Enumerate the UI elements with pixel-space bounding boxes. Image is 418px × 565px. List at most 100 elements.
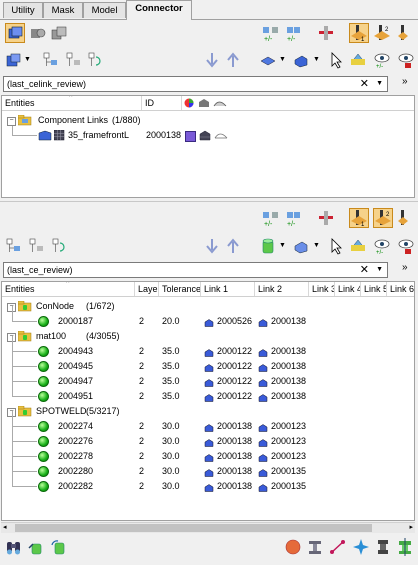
collapse-toggle-icon[interactable]: −	[7, 117, 16, 126]
display-mode-icon[interactable]	[259, 51, 277, 69]
transparency-icon[interactable]	[214, 130, 228, 146]
seam-icon[interactable]	[329, 538, 347, 556]
parts-view-icon[interactable]	[50, 24, 68, 42]
column-link5[interactable]: Link 5	[361, 282, 387, 296]
double-chevron-icon[interactable]: »	[402, 76, 408, 87]
highlight-icon[interactable]	[349, 237, 367, 255]
adhesive-icon[interactable]	[352, 538, 370, 556]
chevron-down-icon[interactable]: ▼	[313, 56, 320, 63]
connector-type-icon[interactable]	[259, 237, 277, 255]
connector-row[interactable]: 2002282 2 30.0 2000138 2000135	[2, 471, 414, 494]
section-plane-icon[interactable]	[317, 209, 335, 227]
connector-row[interactable]: 2002274 2 30.0 2000138 2000123	[2, 411, 414, 434]
top-filter-input[interactable]: (last_celink_review) ✕ ▼	[3, 76, 388, 92]
show-hide-plus-icon[interactable]: +/-	[373, 237, 391, 255]
apply-mass-icon[interactable]	[396, 538, 414, 556]
bottom-filter-input[interactable]: (last_ce_review) ✕ ▼	[3, 262, 388, 278]
tree-group[interactable]: −ConNode(1/672)	[2, 299, 414, 314]
column-layer[interactable]: Layer	[135, 282, 159, 296]
tree-group-component-links[interactable]: − Component Links (1/880)	[2, 113, 414, 128]
connector-row[interactable]: 2004943 2 35.0 2000122 2000138	[2, 336, 414, 359]
pointer-icon[interactable]	[327, 237, 345, 255]
svg-text:+/-: +/-	[287, 221, 296, 227]
show-hide-icon[interactable]	[397, 51, 415, 69]
show-hide-icon[interactable]	[397, 237, 415, 255]
tree-options-icon[interactable]	[51, 237, 69, 255]
chevron-down-icon[interactable]: ▼	[313, 242, 320, 249]
collapse-all-icon[interactable]	[28, 237, 46, 255]
column-link4[interactable]: Link 4	[335, 282, 361, 296]
move-down-icon[interactable]	[203, 51, 221, 69]
collapse-all-icon[interactable]	[65, 51, 83, 69]
chevron-down-icon[interactable]: ▼	[279, 56, 286, 63]
connector-view-icon[interactable]	[29, 24, 47, 42]
entity-selector-icon[interactable]	[5, 51, 23, 69]
column-link6[interactable]: Link 6	[387, 282, 414, 296]
swap-link-icon[interactable]: +/-	[285, 24, 303, 42]
chevron-down-icon[interactable]: ▼	[376, 77, 383, 91]
column-link3[interactable]: Link 3	[309, 282, 335, 296]
isolate-icon[interactable]	[292, 51, 310, 69]
column-id[interactable]: ID	[142, 96, 182, 110]
scroll-left-icon[interactable]: ◂	[3, 523, 7, 533]
connector-create-icon[interactable]	[27, 538, 45, 556]
horizontal-scrollbar[interactable]: ◂ ▸	[1, 522, 415, 533]
connector-row[interactable]: 2002280 2 30.0 2000138 2000135	[2, 456, 414, 479]
close-icon[interactable]: ✕	[360, 263, 369, 277]
show-mode-2-icon[interactable]: 2	[373, 24, 391, 42]
tree-options-icon[interactable]	[87, 51, 105, 69]
tab-utility[interactable]: Utility	[3, 2, 43, 18]
swap-link-icon[interactable]: +/-	[285, 209, 303, 227]
chevron-down-icon[interactable]: ▼	[279, 242, 286, 249]
column-link1[interactable]: Link 1	[201, 282, 255, 296]
show-mode-3-icon[interactable]	[397, 209, 415, 227]
show-mode-2-icon[interactable]: 2	[373, 208, 393, 228]
move-down-icon[interactable]	[203, 237, 221, 255]
scroll-right-icon[interactable]: ▸	[409, 523, 413, 533]
component-links-view-icon[interactable]	[5, 23, 25, 43]
connector-update-icon[interactable]	[50, 538, 68, 556]
connector-status-icon	[38, 391, 49, 402]
scrollbar-thumb[interactable]	[15, 524, 372, 532]
connector-row[interactable]: 2004945 2 35.0 2000122 2000138	[2, 351, 414, 374]
double-chevron-icon[interactable]: »	[402, 262, 408, 273]
move-up-icon[interactable]	[224, 237, 242, 255]
move-up-icon[interactable]	[224, 51, 242, 69]
isolate-icon[interactable]	[292, 237, 310, 255]
connector-row[interactable]: 2000187 2 20.0 2000526 2000138	[2, 306, 414, 329]
highlight-icon[interactable]	[349, 51, 367, 69]
show-mode-3-icon[interactable]	[397, 24, 415, 42]
tree-group[interactable]: −mat100(4/3055)	[2, 329, 414, 344]
show-hide-plus-icon[interactable]: +/-	[373, 51, 391, 69]
chevron-down-icon[interactable]: ▼	[24, 56, 31, 63]
tree-group[interactable]: −SPOTWELD(5/3217)	[2, 404, 414, 419]
show-mode-1-icon[interactable]: 1	[349, 23, 369, 43]
chevron-down-icon[interactable]: ▼	[376, 263, 383, 277]
expand-all-icon[interactable]	[5, 237, 23, 255]
tab-mask[interactable]: Mask	[43, 2, 83, 18]
tree-line	[12, 321, 37, 322]
tab-connector[interactable]: Connector	[126, 0, 192, 20]
binoculars-icon[interactable]	[5, 538, 23, 556]
column-tolerance[interactable]: Tolerance	[159, 282, 201, 296]
connector-row[interactable]: 2002278 2 30.0 2000138 2000123	[2, 441, 414, 464]
area-connector-icon[interactable]	[374, 538, 392, 556]
connector-row[interactable]: 2002276 2 30.0 2000138 2000123	[2, 426, 414, 449]
add-link-icon[interactable]: +/-	[262, 209, 280, 227]
connector-row[interactable]: 2004951 2 35.0 2000122 2000138	[2, 381, 414, 404]
section-plane-icon[interactable]	[317, 24, 335, 42]
pointer-icon[interactable]	[327, 51, 345, 69]
add-link-icon[interactable]: +/-	[262, 24, 280, 42]
color-swatch[interactable]	[185, 131, 196, 142]
display-state-icon[interactable]	[199, 130, 211, 146]
spot-weld-icon[interactable]	[284, 538, 302, 556]
tree-item[interactable]: 35_framefrontL 2000138	[2, 126, 414, 146]
link1-value: 2000122	[217, 391, 253, 401]
expand-all-icon[interactable]	[42, 51, 60, 69]
show-mode-1-icon[interactable]: 1	[349, 208, 369, 228]
column-link2[interactable]: Link 2	[255, 282, 309, 296]
tab-model[interactable]: Model	[83, 2, 126, 18]
connector-row[interactable]: 2004947 2 35.0 2000122 2000138	[2, 366, 414, 389]
bolt-icon[interactable]	[306, 538, 324, 556]
close-icon[interactable]: ✕	[360, 77, 369, 91]
